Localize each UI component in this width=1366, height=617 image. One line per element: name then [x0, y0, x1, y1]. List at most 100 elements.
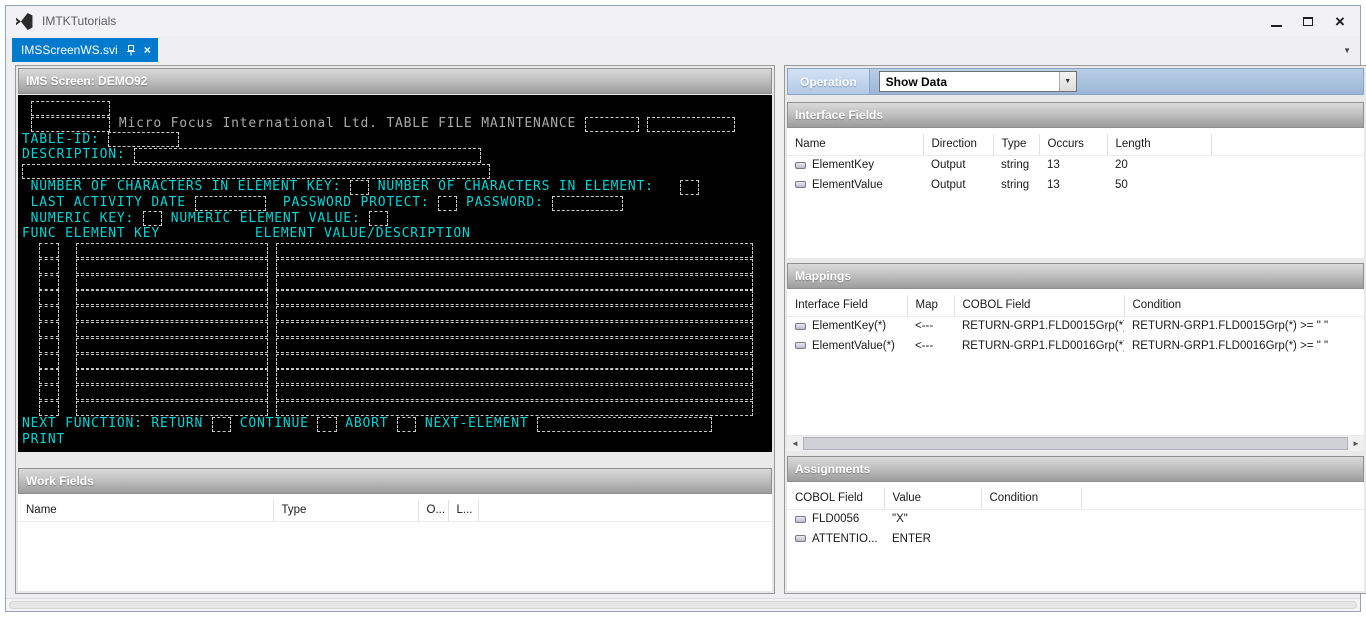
- screen-gap: [59, 369, 76, 384]
- bottom-scrollbar[interactable]: [6, 598, 1360, 611]
- screen-input-field[interactable]: [143, 211, 162, 226]
- column-header-type[interactable]: Type: [993, 134, 1039, 155]
- screen-input-field[interactable]: [76, 306, 268, 321]
- screen-input-field[interactable]: [276, 306, 752, 321]
- screen-input-field[interactable]: [76, 385, 268, 400]
- screen-input-field[interactable]: [31, 117, 111, 132]
- screen-input-field[interactable]: [76, 290, 268, 305]
- screen-input-field[interactable]: [76, 259, 268, 274]
- screen-input-field[interactable]: [276, 401, 752, 416]
- tab-close-icon[interactable]: ×: [144, 44, 151, 56]
- column-header-cobol-field[interactable]: COBOL Field: [787, 488, 884, 509]
- column-header-direction[interactable]: Direction: [923, 134, 993, 155]
- screen-input-field[interactable]: [552, 196, 623, 211]
- screen-gap: [231, 416, 240, 431]
- screen-gap: [457, 195, 466, 210]
- minimize-button[interactable]: [1260, 6, 1292, 36]
- maximize-button[interactable]: [1292, 6, 1324, 36]
- scrollbar-thumb[interactable]: [803, 437, 1348, 450]
- mappings-horizontal-scrollbar[interactable]: ◄ ►: [787, 436, 1364, 451]
- column-header-length[interactable]: Length: [1107, 134, 1211, 155]
- column-header-condition[interactable]: Condition: [981, 488, 1081, 509]
- screen-text: DESCRIPTION:: [22, 147, 134, 162]
- column-header-type[interactable]: Type: [273, 500, 418, 521]
- cell-filler: [1211, 175, 1364, 195]
- screen-input-field[interactable]: [39, 306, 58, 321]
- column-header-name[interactable]: Name: [18, 500, 273, 521]
- screen-gap: [416, 416, 425, 431]
- screen-input-field[interactable]: [76, 401, 268, 416]
- scroll-left-icon[interactable]: ◄: [787, 436, 803, 451]
- tab-overflow-chevron-icon[interactable]: ▼: [1343, 46, 1351, 55]
- screen-input-field[interactable]: [39, 338, 58, 353]
- screen-input-field[interactable]: [39, 275, 58, 290]
- column-header-occurs[interactable]: O...: [418, 500, 448, 521]
- screen-input-field[interactable]: [537, 417, 712, 432]
- screen-input-field[interactable]: [39, 401, 58, 416]
- tab-imsscreenws[interactable]: IMSScreenWS.svi ×: [12, 38, 158, 62]
- screen-input-field[interactable]: [438, 196, 457, 211]
- screen-input-field[interactable]: [212, 417, 231, 432]
- combobox-dropdown-button[interactable]: ▼: [1059, 72, 1076, 91]
- screen-gap: [22, 179, 31, 194]
- screen-input-field[interactable]: [31, 101, 111, 116]
- screen-input-field[interactable]: [39, 259, 58, 274]
- screen-input-field[interactable]: [76, 369, 268, 384]
- screen-input-field[interactable]: [76, 354, 268, 369]
- screen-input-field[interactable]: [585, 117, 639, 132]
- screen-input-field[interactable]: [134, 148, 481, 163]
- screen-input-field[interactable]: [76, 243, 268, 258]
- screen-input-field[interactable]: [39, 290, 58, 305]
- table-row[interactable]: ElementKey(*) <--- RETURN-GRP1.FLD0015Gr…: [787, 316, 1364, 336]
- operation-combobox[interactable]: Show Data ▼: [879, 71, 1077, 92]
- screen-input-field[interactable]: [39, 322, 58, 337]
- screen-input-field[interactable]: [39, 369, 58, 384]
- screen-input-field[interactable]: [276, 369, 752, 384]
- screen-input-field[interactable]: [108, 132, 179, 147]
- screen-input-field[interactable]: [195, 196, 266, 211]
- screen-input-field[interactable]: [276, 290, 752, 305]
- scrollbar-thumb[interactable]: [9, 601, 1357, 609]
- screen-input-field[interactable]: [76, 275, 268, 290]
- table-row[interactable]: ElementValue(*) <--- RETURN-GRP1.FLD0016…: [787, 336, 1364, 356]
- screen-input-field[interactable]: [76, 322, 268, 337]
- table-row[interactable]: ATTENTIO... ENTER: [787, 529, 1364, 549]
- table-row[interactable]: ElementValue Output string 13 50: [787, 175, 1364, 195]
- app-window: IMTKTutorials × IMSScreenWS.svi × ▼: [5, 5, 1361, 612]
- close-button[interactable]: ×: [1324, 6, 1356, 36]
- column-header-interface-field[interactable]: Interface Field: [787, 295, 907, 316]
- screen-input-field[interactable]: [350, 180, 369, 195]
- screen-input-field[interactable]: [397, 417, 416, 432]
- column-header-cobol-field[interactable]: COBOL Field: [954, 295, 1124, 316]
- screen-input-field[interactable]: [276, 322, 752, 337]
- screen-input-field[interactable]: [39, 243, 58, 258]
- pin-icon[interactable]: [126, 45, 136, 56]
- screen-input-field[interactable]: [276, 275, 752, 290]
- screen-input-field[interactable]: [39, 385, 58, 400]
- screen-input-field[interactable]: [647, 117, 735, 132]
- screen-input-field[interactable]: [276, 259, 752, 274]
- screen-input-field[interactable]: [276, 243, 752, 258]
- screen-input-field[interactable]: [39, 354, 58, 369]
- column-header-value[interactable]: Value: [884, 488, 981, 509]
- screen-input-field[interactable]: [369, 211, 388, 226]
- ims-terminal-screen[interactable]: Micro Focus International Ltd. TABLE FIL…: [18, 95, 772, 452]
- cell-condition: RETURN-GRP1.FLD0016Grp(*) >= " ": [1124, 336, 1364, 356]
- mappings-header: Mappings: [787, 263, 1364, 289]
- scroll-right-icon[interactable]: ►: [1348, 436, 1364, 451]
- screen-input-field[interactable]: [680, 180, 699, 195]
- column-header-occurs[interactable]: Occurs: [1039, 134, 1107, 155]
- screen-input-field[interactable]: [276, 354, 752, 369]
- screen-input-field[interactable]: [276, 385, 752, 400]
- table-row[interactable]: ElementKey Output string 13 20: [787, 155, 1364, 175]
- column-header-name[interactable]: Name: [787, 134, 923, 155]
- column-header-map[interactable]: Map: [907, 295, 954, 316]
- screen-input-field[interactable]: [317, 417, 336, 432]
- column-header-length[interactable]: L...: [448, 500, 478, 521]
- ims-terminal-body: Micro Focus International Ltd. TABLE FIL…: [22, 100, 770, 448]
- table-row[interactable]: FLD0056 "X": [787, 509, 1364, 529]
- screen-input-field[interactable]: [76, 338, 268, 353]
- screen-input-field[interactable]: [276, 338, 752, 353]
- column-header-condition[interactable]: Condition: [1124, 295, 1364, 316]
- screen-input-field[interactable]: [22, 164, 490, 179]
